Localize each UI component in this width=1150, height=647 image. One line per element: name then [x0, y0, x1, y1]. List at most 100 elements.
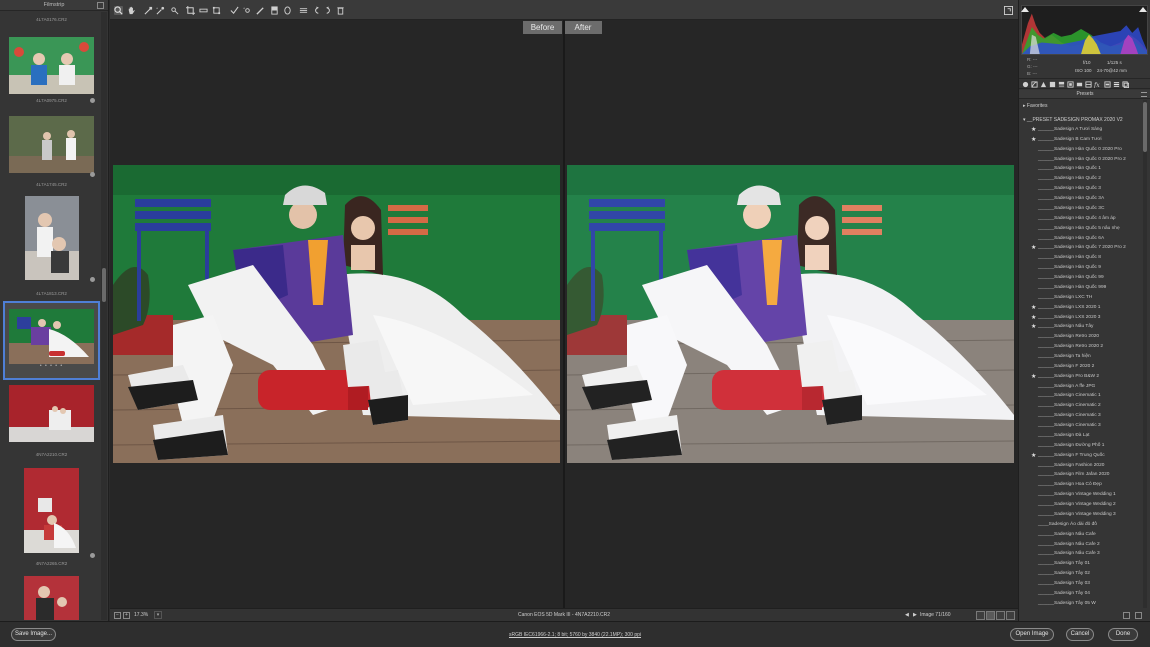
preset-item[interactable]: ______Sadesign Hàn Quốc 999: [1019, 284, 1143, 294]
rating-dots[interactable]: • • • • •: [5, 363, 98, 369]
next-image-icon[interactable]: ▶: [913, 612, 917, 618]
preset-item[interactable]: ______Sadesign Hàn Quốc 3: [1019, 185, 1143, 195]
preset-item[interactable]: ______Sadesign LXC TH: [1019, 294, 1143, 304]
filmstrip-scroll-thumb[interactable]: [102, 268, 106, 302]
preset-item[interactable]: ______Sadesign Đà Lạt: [1019, 432, 1143, 442]
delete-preset-icon[interactable]: [1135, 612, 1142, 619]
presets-scrollbar[interactable]: [1143, 100, 1147, 608]
before-image[interactable]: [113, 165, 560, 463]
red-eye-icon[interactable]: +: [243, 6, 252, 15]
filmstrip-scrollbar[interactable]: [101, 12, 107, 620]
fx-tab-icon[interactable]: fx: [1094, 81, 1101, 88]
transform-icon[interactable]: [212, 6, 221, 15]
prev-image-icon[interactable]: ◀: [905, 612, 909, 618]
preset-item[interactable]: ★ ______Sadesign Pro B&W 2: [1019, 373, 1143, 383]
presets-scroll-thumb[interactable]: [1143, 102, 1147, 152]
preset-item[interactable]: ____Sadesign Áo dài đỏ đô: [1019, 521, 1143, 531]
open-image-button[interactable]: Open Image: [1010, 628, 1054, 641]
view-settings-icon[interactable]: [1006, 611, 1015, 620]
preset-item[interactable]: ______Sadesign Hàn Quốc 4 âm áp: [1019, 215, 1143, 225]
preset-item[interactable]: ______Sadesign Vintage Wedding 1: [1019, 491, 1143, 501]
view-swap-icon[interactable]: [996, 611, 1005, 620]
preset-item[interactable]: ______Sadesign Tây 04: [1019, 590, 1143, 600]
favorite-star-icon[interactable]: ★: [1031, 452, 1036, 460]
preset-item[interactable]: ★ ______Sadesign LXS 2020 1: [1019, 304, 1143, 314]
radial-filter-icon[interactable]: [283, 6, 292, 15]
filmstrip-thumbnail[interactable]: [9, 36, 94, 94]
preset-item[interactable]: ______Sadesign Hàn Quốc 8: [1019, 254, 1143, 264]
targeted-adjustment-icon[interactable]: [170, 6, 179, 15]
hand-icon[interactable]: [127, 6, 136, 15]
favorite-star-icon[interactable]: ★: [1031, 244, 1036, 252]
preset-item[interactable]: ______Sadesign Tây 05 W: [1019, 600, 1143, 608]
basic-tab-icon[interactable]: [1022, 81, 1029, 88]
preset-item[interactable]: ______Sadesign Cinematic 3: [1019, 422, 1143, 432]
preset-item[interactable]: ______Sadesign Ta hiện: [1019, 353, 1143, 363]
preset-item[interactable]: ______Sadesign Cinematic 1: [1019, 392, 1143, 402]
favorite-star-icon[interactable]: ★: [1031, 136, 1036, 144]
preset-item[interactable]: ______Sadesign Hàn Quốc 1: [1019, 165, 1143, 175]
preset-item[interactable]: ______Sadesign Hàn Quốc 5 nâu nhẹ: [1019, 225, 1143, 235]
graduated-filter-icon[interactable]: [270, 6, 279, 15]
preset-item[interactable]: ______Sadesign Hoa Cỏ Đẹp: [1019, 481, 1143, 491]
preset-item[interactable]: ______Sadesign Cinematic 2: [1019, 402, 1143, 412]
preset-item[interactable]: ★ ______Sadesign F Trung Quốc: [1019, 452, 1143, 462]
rotate-right-icon[interactable]: [324, 6, 333, 15]
filmstrip-thumbnail[interactable]: [9, 115, 94, 173]
preset-item[interactable]: ______Sadesign Nâu Cafe 2: [1019, 541, 1143, 551]
view-before-after-icon[interactable]: [986, 611, 995, 620]
lens-tab-icon[interactable]: [1067, 81, 1074, 88]
filmstrip-thumbnail[interactable]: [24, 576, 79, 620]
done-button[interactable]: Done: [1108, 628, 1138, 641]
preset-item[interactable]: ______Sadesign Retro 2020: [1019, 333, 1143, 343]
preset-item[interactable]: ______Sadesign A ffe JPG: [1019, 383, 1143, 393]
straighten-icon[interactable]: [199, 6, 208, 15]
filmstrip-thumbnail[interactable]: [24, 196, 79, 280]
filmstrip-item[interactable]: [5, 572, 98, 620]
adjustment-brush-icon[interactable]: [256, 6, 265, 15]
detail-tab-icon[interactable]: [1040, 81, 1047, 88]
rotate-left-icon[interactable]: [312, 6, 321, 15]
favorites-group[interactable]: ▸ Favorites: [1023, 103, 1047, 109]
preview-area[interactable]: Before After: [110, 20, 1018, 608]
spot-removal-icon[interactable]: [230, 6, 239, 15]
preset-item[interactable]: ______Sadesign Tây 02: [1019, 570, 1143, 580]
selected-thumbnail-frame[interactable]: • • • • •: [3, 301, 100, 380]
filmstrip-collapse-icon[interactable]: [97, 2, 104, 9]
white-balance-icon[interactable]: [144, 6, 153, 15]
zoom-icon[interactable]: [114, 6, 123, 15]
effects-tab-icon[interactable]: [1085, 81, 1092, 88]
split-toning-tab-icon[interactable]: [1058, 81, 1065, 88]
favorite-star-icon[interactable]: ★: [1031, 304, 1036, 312]
preset-item[interactable]: ★ ______Sadesign A Tươi Sáng: [1019, 126, 1143, 136]
cancel-button[interactable]: Cancel: [1066, 628, 1094, 641]
preset-item[interactable]: ______Sadesign Tây 01: [1019, 560, 1143, 570]
filmstrip-item[interactable]: 4L7A1745.CR2: [5, 182, 98, 290]
snapshots-tab-icon[interactable]: [1122, 81, 1129, 88]
fullscreen-icon[interactable]: [1004, 6, 1013, 15]
preset-item[interactable]: ______Sadesign Hàn Quốc 3A: [1019, 195, 1143, 205]
after-image[interactable]: [567, 165, 1014, 463]
preset-item[interactable]: ★ ______Sadesign LXS 2020 3: [1019, 314, 1143, 324]
calibration-tab-icon[interactable]: [1104, 81, 1111, 88]
view-single-icon[interactable]: [976, 611, 985, 620]
hsl-tab-icon[interactable]: [1049, 81, 1056, 88]
presets-menu-icon[interactable]: [1141, 92, 1147, 97]
tone-curve-tab-icon[interactable]: [1031, 81, 1038, 88]
shadow-clipping-icon[interactable]: [1021, 7, 1029, 12]
favorite-star-icon[interactable]: ★: [1031, 314, 1036, 322]
highlight-clipping-icon[interactable]: [1139, 7, 1147, 12]
preset-item[interactable]: ★ ______Sadesign B Cam Tươi: [1019, 136, 1143, 146]
presets-tab-icon[interactable]: [1113, 81, 1120, 88]
filmstrip-item[interactable]: 4L7A0176.CR2: [5, 12, 98, 107]
preset-item[interactable]: ______Sadesign Hàn Quốc 0 2020 Pro 2: [1019, 156, 1143, 166]
preset-item[interactable]: ______Sadesign Hàn Quốc 6A: [1019, 235, 1143, 245]
transform-tab-icon[interactable]: [1076, 81, 1083, 88]
filmstrip-item[interactable]: 4N7A2265.CR2: [5, 463, 98, 568]
delete-icon[interactable]: [336, 6, 345, 15]
crop-icon[interactable]: [186, 6, 195, 15]
preferences-icon[interactable]: [299, 6, 308, 15]
preset-item[interactable]: ______Sadesign Cinematic 3: [1019, 412, 1143, 422]
filmstrip-item[interactable]: 4N7A2210.CR2: [5, 380, 98, 463]
filmstrip-thumbnail[interactable]: [9, 384, 94, 442]
